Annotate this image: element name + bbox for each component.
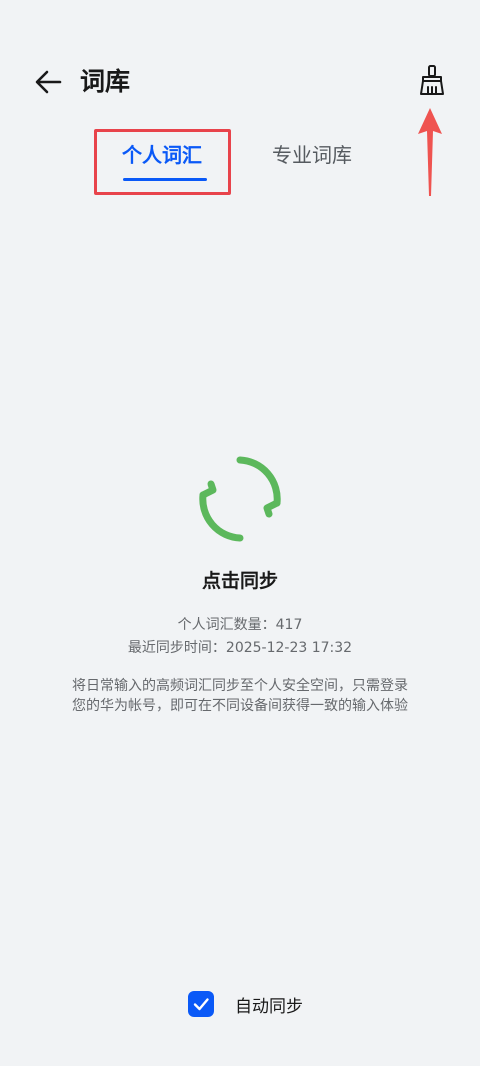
- arrow-left-icon: [35, 70, 62, 94]
- sync-icon[interactable]: [193, 452, 287, 546]
- last-sync-time: 最近同步时间：2025-12-23 17:32: [127, 640, 353, 656]
- page-title: 词库: [80, 67, 131, 96]
- sync-description-line-2: 您的华为帐号，即可在不同设备间获得一致的输入体验: [72, 698, 408, 714]
- tab-bar: 个人词汇 专业词库: [0, 128, 480, 198]
- auto-sync-label: 自动同步: [235, 996, 303, 1017]
- tab-professional-vocabulary[interactable]: 专业词库: [272, 140, 352, 170]
- sync-description-line-1: 将日常输入的高频词汇同步至个人安全空间，只需登录: [72, 678, 408, 694]
- auto-sync-checkbox[interactable]: [188, 991, 214, 1017]
- auto-sync-toggle[interactable]: 自动同步: [188, 990, 303, 1018]
- sync-action-label[interactable]: 点击同步: [0, 566, 480, 593]
- back-button[interactable]: [28, 62, 68, 102]
- broom-icon: [420, 65, 444, 95]
- clean-button[interactable]: [412, 60, 452, 100]
- checkmark-icon: [193, 998, 209, 1011]
- vocabulary-count: 个人词汇数量：417: [177, 617, 303, 633]
- annotation-highlight-box: [94, 129, 231, 195]
- vocabulary-page: 词库 个人词汇 专业词库 点击同步 个人词汇数量：417 最近同步时间：2025…: [0, 0, 480, 1066]
